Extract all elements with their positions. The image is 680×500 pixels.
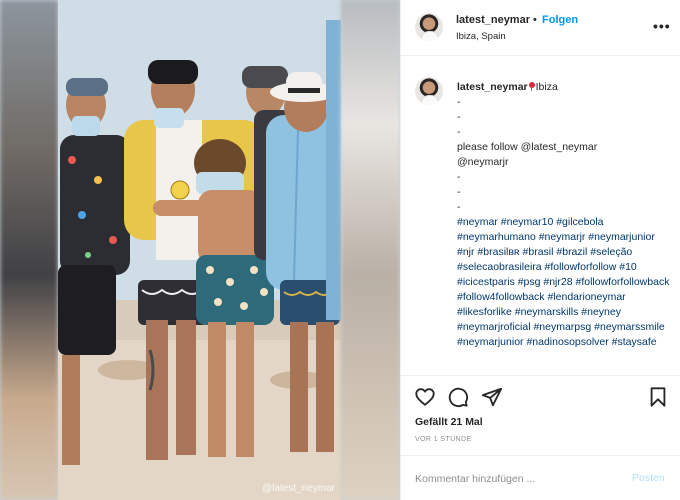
comment-bar: Posten — [401, 455, 680, 500]
caption-avatar[interactable] — [415, 77, 443, 105]
post-panel: latest_neymar • Folgen Ibiza, Spain ••• … — [400, 0, 680, 500]
bookmark-icon[interactable] — [647, 386, 669, 408]
caption-first-line: latest_neymar Ibiza — [457, 80, 672, 95]
post-timestamp[interactable]: VOR 1 STUNDE — [415, 436, 472, 443]
likes-count[interactable]: Gefällt 21 Mal — [415, 416, 483, 428]
post-username[interactable]: latest_neymar — [456, 14, 530, 26]
blurred-background-right — [341, 0, 400, 500]
caption-text: latest_neymar Ibiza - - - please follow @… — [457, 80, 672, 350]
more-options-icon[interactable]: ••• — [653, 18, 671, 34]
caption-location: Ibiza — [535, 81, 558, 93]
post-photo[interactable]: @latest_neymar — [58, 0, 341, 500]
post-location[interactable]: Ibiza, Spain — [456, 31, 506, 42]
comment-icon[interactable] — [447, 386, 469, 408]
caption-section: latest_neymar Ibiza - - - please follow @… — [401, 57, 680, 375]
caption-dash: - — [457, 96, 461, 108]
caption-follow-line: please follow @latest_neymar — [457, 141, 598, 153]
post-comment-button[interactable]: Posten — [632, 472, 665, 484]
caption-hashtags[interactable]: #neymar #neymar10 #gilcebola #neymarhuma… — [457, 215, 672, 350]
post-actions: Gefällt 21 Mal VOR 1 STUNDE — [401, 375, 680, 465]
send-icon[interactable] — [481, 386, 503, 408]
post-header: latest_neymar • Folgen Ibiza, Spain ••• — [401, 0, 680, 56]
caption-dash: - — [457, 171, 461, 183]
heart-icon[interactable] — [414, 386, 436, 408]
beach-scene-image — [58, 0, 341, 500]
comment-input[interactable] — [415, 471, 615, 487]
caption-dash: - — [457, 201, 461, 213]
follow-button[interactable]: Folgen — [542, 14, 578, 26]
caption-dash: - — [457, 111, 461, 123]
avatar[interactable] — [415, 13, 443, 41]
image-watermark: @latest_neymar — [262, 483, 335, 494]
caption-dash: - — [457, 126, 461, 138]
separator-dot: • — [533, 14, 537, 26]
post-image-area[interactable]: @latest_neymar — [0, 0, 400, 500]
caption-mention[interactable]: @neymarjr — [457, 155, 672, 170]
blurred-background-left — [0, 0, 58, 500]
caption-username[interactable]: latest_neymar — [457, 81, 528, 93]
caption-dash: - — [457, 186, 461, 198]
location-pin-icon — [528, 82, 535, 91]
